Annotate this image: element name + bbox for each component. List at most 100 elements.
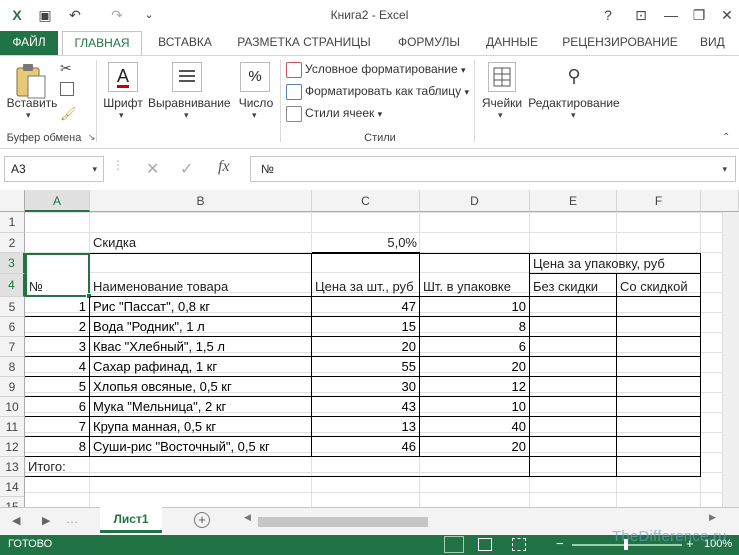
item-name[interactable]: Суши-рис "Восточный", 0,5 кг bbox=[90, 437, 312, 457]
table-row[interactable]: 4 Сахар рафинад, 1 кг 55 20 bbox=[25, 357, 701, 377]
tab-file[interactable]: ФАЙЛ bbox=[0, 31, 58, 55]
number-button[interactable]: Число bbox=[234, 96, 278, 110]
item-number[interactable]: 4 bbox=[25, 357, 90, 377]
tab-insert[interactable]: ВСТАВКА bbox=[150, 31, 220, 55]
tab-page-layout[interactable]: РАЗМЕТКА СТРАНИЦЫ bbox=[226, 31, 382, 55]
item-nodisc[interactable] bbox=[530, 417, 617, 437]
item-disc[interactable] bbox=[617, 337, 701, 357]
item-name[interactable]: Мука "Мельница", 2 кг bbox=[90, 397, 312, 417]
tab-home[interactable]: ГЛАВНАЯ bbox=[62, 31, 142, 56]
item-price[interactable]: 47 bbox=[312, 297, 420, 317]
editing-dropdown-icon[interactable]: ▾ bbox=[571, 110, 576, 121]
conditional-formatting-button[interactable]: Условное форматирование ▾ bbox=[286, 59, 466, 79]
name-box[interactable]: A3 ▾ bbox=[4, 156, 104, 182]
cut-icon[interactable]: ✂ bbox=[60, 60, 72, 77]
item-qty[interactable]: 6 bbox=[420, 337, 530, 357]
column-header-f[interactable]: F bbox=[617, 190, 701, 212]
minimize-button[interactable]: — bbox=[660, 4, 682, 26]
tab-formulas[interactable]: ФОРМУЛЫ bbox=[388, 31, 470, 55]
total-disc[interactable] bbox=[617, 457, 701, 477]
item-nodisc[interactable] bbox=[530, 437, 617, 457]
column-header-c[interactable]: C bbox=[312, 190, 420, 212]
number-dropdown-icon[interactable]: ▾ bbox=[252, 110, 257, 121]
normal-view-icon[interactable] bbox=[444, 536, 464, 553]
item-nodisc[interactable] bbox=[530, 317, 617, 337]
cell-styles-button[interactable]: Стили ячеек ▾ bbox=[286, 103, 382, 123]
scroll-right-icon[interactable]: ▶ bbox=[709, 512, 716, 523]
worksheet-grid[interactable]: A B C D E F 1 2 3 4 5 6 7 8 9 10 11 12 1… bbox=[0, 190, 739, 507]
discount-label[interactable]: Скидка bbox=[90, 233, 312, 253]
row-header[interactable]: 3 bbox=[0, 253, 25, 274]
table-row[interactable]: 7 Крупа манная, 0,5 кг 13 40 bbox=[25, 417, 701, 437]
page-break-view-icon[interactable] bbox=[512, 538, 526, 551]
close-button[interactable]: ✕ bbox=[716, 4, 738, 26]
editing-button[interactable]: Редактирование bbox=[526, 96, 622, 110]
number-icon[interactable]: % bbox=[240, 62, 270, 92]
paste-dropdown-icon[interactable]: ▾ bbox=[26, 110, 31, 121]
alignment-button[interactable]: Выравнивание bbox=[148, 96, 231, 110]
collapse-ribbon-icon[interactable]: ⌃ bbox=[722, 132, 730, 143]
font-dropdown-icon[interactable]: ▾ bbox=[119, 110, 124, 121]
item-disc[interactable] bbox=[617, 417, 701, 437]
cells-button[interactable]: Ячейки bbox=[478, 96, 526, 110]
table-row[interactable]: 8 Суши-рис "Восточный", 0,5 кг 46 20 bbox=[25, 437, 701, 457]
name-box-dropdown-icon[interactable]: ▾ bbox=[92, 157, 97, 181]
column-header-a[interactable]: A bbox=[25, 190, 90, 212]
cells-icon[interactable] bbox=[488, 62, 516, 92]
item-number[interactable]: 6 bbox=[25, 397, 90, 417]
font-button[interactable]: Шрифт bbox=[100, 96, 146, 110]
row-header[interactable]: 1 bbox=[0, 212, 25, 233]
restore-button[interactable]: ❐ bbox=[688, 4, 710, 26]
ribbon-display-icon[interactable]: ⊡ bbox=[630, 4, 652, 26]
alignment-dropdown-icon[interactable]: ▾ bbox=[184, 110, 189, 121]
copy-icon[interactable] bbox=[60, 82, 74, 96]
total-label[interactable]: Итого: bbox=[25, 457, 530, 477]
item-name[interactable]: Хлопья овсяные, 0,5 кг bbox=[90, 377, 312, 397]
cancel-icon[interactable]: ✕ bbox=[146, 159, 159, 179]
item-number[interactable]: 3 bbox=[25, 337, 90, 357]
new-sheet-icon[interactable]: + bbox=[194, 512, 210, 528]
item-nodisc[interactable] bbox=[530, 337, 617, 357]
item-nodisc[interactable] bbox=[530, 377, 617, 397]
sheet-more-icon[interactable]: … bbox=[66, 512, 78, 526]
item-number[interactable]: 8 bbox=[25, 437, 90, 457]
row-header[interactable]: 4 bbox=[0, 274, 25, 297]
item-price[interactable]: 55 bbox=[312, 357, 420, 377]
table-row[interactable]: 2 Вода "Родник", 1 л 15 8 bbox=[25, 317, 701, 337]
formula-input[interactable]: № ▾ bbox=[250, 156, 736, 182]
row-header[interactable]: 14 bbox=[0, 477, 25, 497]
scrollbar-thumb[interactable] bbox=[258, 517, 428, 527]
clipboard-launcher-icon[interactable]: ↘ bbox=[88, 132, 96, 143]
tab-data[interactable]: ДАННЫЕ bbox=[478, 31, 546, 55]
column-header-empty[interactable] bbox=[701, 190, 739, 212]
vertical-scrollbar[interactable] bbox=[722, 212, 739, 507]
item-qty[interactable]: 10 bbox=[420, 397, 530, 417]
zoom-out-icon[interactable]: − bbox=[556, 537, 564, 551]
scroll-left-icon[interactable]: ◀ bbox=[244, 512, 251, 523]
total-nodisc[interactable] bbox=[530, 457, 617, 477]
item-qty[interactable]: 20 bbox=[420, 437, 530, 457]
table-row[interactable]: 5 Хлопья овсяные, 0,5 кг 30 12 bbox=[25, 377, 701, 397]
select-all-corner[interactable] bbox=[0, 190, 25, 212]
item-disc[interactable] bbox=[617, 437, 701, 457]
item-price[interactable]: 15 bbox=[312, 317, 420, 337]
item-number[interactable]: 7 bbox=[25, 417, 90, 437]
sheet-tab-list1[interactable]: Лист1 bbox=[100, 507, 162, 533]
item-qty[interactable]: 10 bbox=[420, 297, 530, 317]
row-header[interactable]: 15 bbox=[0, 497, 25, 507]
item-qty[interactable]: 8 bbox=[420, 317, 530, 337]
item-name[interactable]: Квас "Хлебный", 1,5 л bbox=[90, 337, 312, 357]
format-painter-icon[interactable]: 🖌 bbox=[60, 106, 77, 122]
table-row[interactable]: 1 Рис "Пассат", 0,8 кг 47 10 bbox=[25, 297, 701, 317]
column-header-b[interactable]: B bbox=[90, 190, 312, 212]
item-name[interactable]: Рис "Пассат", 0,8 кг bbox=[90, 297, 312, 317]
scroll-sheets-left-icon[interactable]: ◀ bbox=[12, 514, 20, 527]
total-row[interactable]: Итого: bbox=[25, 457, 701, 477]
item-number[interactable]: 1 bbox=[25, 297, 90, 317]
item-qty[interactable]: 12 bbox=[420, 377, 530, 397]
item-name[interactable]: Сахар рафинад, 1 кг bbox=[90, 357, 312, 377]
table-row[interactable]: 6 Мука "Мельница", 2 кг 43 10 bbox=[25, 397, 701, 417]
column-header-d[interactable]: D bbox=[420, 190, 530, 212]
item-qty[interactable]: 20 bbox=[420, 357, 530, 377]
item-price[interactable]: 13 bbox=[312, 417, 420, 437]
